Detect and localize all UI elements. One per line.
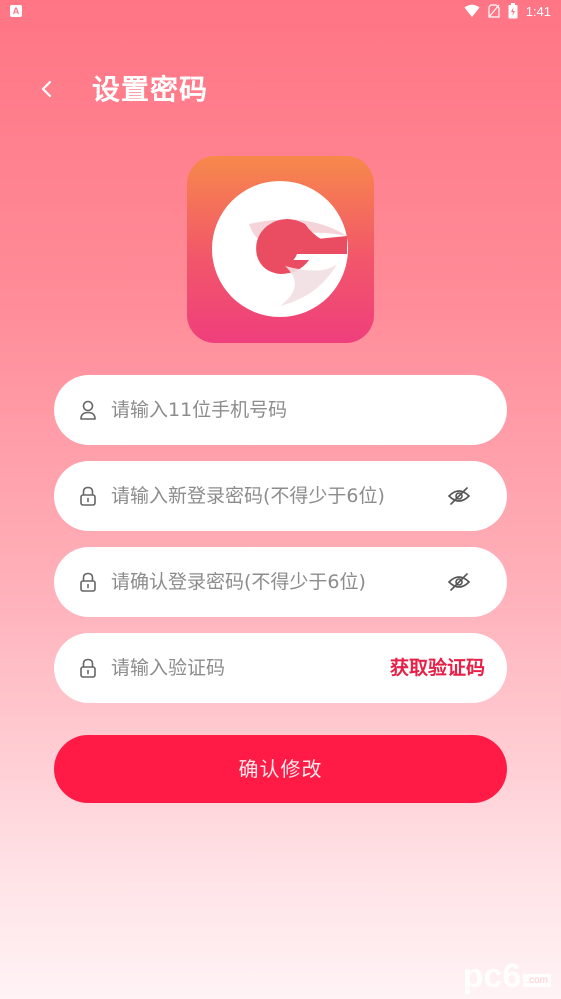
no-sim-icon [488, 4, 500, 18]
new-password-field[interactable]: 请输入新登录密码(不得少于6位) [54, 461, 507, 531]
battery-icon [508, 3, 518, 19]
status-time: 1:41 [525, 3, 551, 19]
watermark: pc6 .com [463, 959, 551, 993]
lock-icon [80, 658, 96, 678]
page-title: 设置密码 [92, 73, 209, 106]
lock-icon [80, 572, 96, 592]
get-code-button[interactable]: 获取验证码 [390, 633, 485, 703]
status-icons: 1:41 [464, 3, 551, 19]
back-button[interactable] [32, 72, 60, 106]
app-logo [187, 156, 374, 343]
watermark-suffix: .com [523, 974, 551, 987]
verification-code-field[interactable]: 请输入验证码 获取验证码 [54, 633, 507, 703]
chevron-left-icon [41, 80, 52, 98]
status-notification-badge: A [10, 5, 22, 17]
app-logo-g-icon [212, 181, 348, 317]
phone-field[interactable]: 请输入11位手机号码 [54, 375, 507, 445]
eye-off-icon[interactable] [447, 572, 471, 592]
confirm-password-placeholder: 请确认登录密码(不得少于6位) [111, 571, 366, 593]
phone-placeholder: 请输入11位手机号码 [111, 399, 288, 421]
confirm-button[interactable]: 确认修改 [54, 735, 507, 803]
verification-code-placeholder: 请输入验证码 [111, 657, 226, 679]
confirm-password-field[interactable]: 请确认登录密码(不得少于6位) [54, 547, 507, 617]
new-password-placeholder: 请输入新登录密码(不得少于6位) [111, 485, 385, 507]
wifi-icon [464, 4, 480, 17]
lock-icon [80, 486, 96, 506]
watermark-text: pc6 [462, 957, 522, 995]
status-bar: A 1:41 [0, 0, 561, 24]
user-icon [80, 400, 96, 420]
eye-off-icon[interactable] [447, 486, 471, 506]
